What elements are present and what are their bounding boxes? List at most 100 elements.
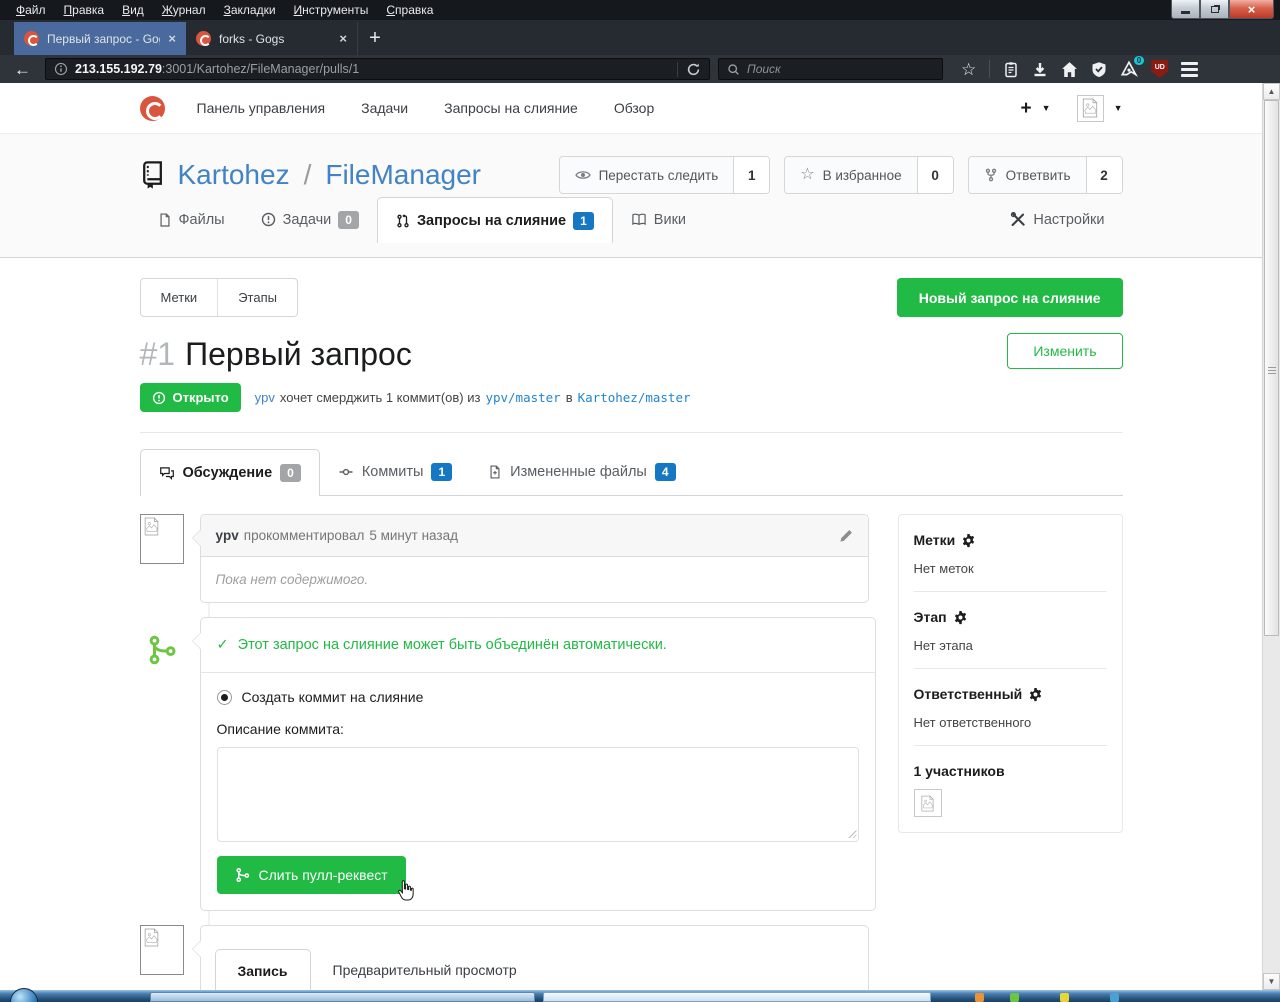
unwatch-button[interactable]: Перестать следить <box>560 157 734 193</box>
close-tab-icon[interactable]: × <box>339 31 347 46</box>
comment-time[interactable]: 5 минут назад <box>369 528 458 543</box>
nav-dashboard-link[interactable]: Панель управления <box>197 100 326 116</box>
menu-bookmarks[interactable]: Закладки <box>216 1 284 19</box>
hamburger-menu-button[interactable] <box>1181 62 1198 77</box>
back-button[interactable]: ← <box>8 61 37 78</box>
menu-file[interactable]: Файл <box>8 1 54 19</box>
gogs-logo-icon[interactable] <box>140 96 165 121</box>
pull-summary-text: хочет смерджить 1 коммит(ов) из <box>280 390 481 405</box>
stars-count[interactable]: 0 <box>917 157 953 193</box>
menu-help[interactable]: Справка <box>378 1 441 19</box>
edit-title-button[interactable]: Изменить <box>1007 333 1122 369</box>
close-tab-icon[interactable]: × <box>168 31 176 46</box>
scrollbar-thumb[interactable] <box>1264 100 1279 636</box>
fork-label: Ответвить <box>1006 168 1071 183</box>
start-button[interactable] <box>10 988 38 1002</box>
home-icon[interactable] <box>1061 61 1078 78</box>
bookmark-star-button[interactable]: ☆ <box>961 61 976 78</box>
tray-icon[interactable] <box>1010 993 1019 1002</box>
minimize-button[interactable] <box>1171 0 1200 19</box>
reload-button[interactable] <box>677 62 701 77</box>
radio-selected-icon[interactable] <box>217 690 232 705</box>
comment-action: прокомментировал <box>244 528 365 543</box>
tab-issues[interactable]: Задачи 0 <box>243 197 377 242</box>
close-window-button[interactable]: × <box>1229 0 1274 19</box>
gear-icon[interactable] <box>961 533 976 548</box>
menu-tools[interactable]: Инструменты <box>286 1 377 19</box>
tab-files[interactable]: Файлы <box>140 197 243 242</box>
tab-wiki[interactable]: Вики <box>613 197 704 242</box>
author-link[interactable]: ypv <box>255 390 275 405</box>
head-branch-link[interactable]: ypv/master <box>485 390 560 405</box>
tab-changed-files[interactable]: Измененные файлы 4 <box>470 449 693 495</box>
tray-icon[interactable] <box>975 993 984 1002</box>
taskbar-window-button[interactable] <box>543 992 931 1002</box>
conversation-count-badge: 0 <box>280 464 301 482</box>
tab-pulls[interactable]: Запросы на слияние 1 <box>377 197 613 243</box>
tab-conversation[interactable]: Обсуждение 0 <box>140 449 320 496</box>
menu-history[interactable]: Журнал <box>154 1 214 19</box>
screen: Файл Правка Вид Журнал Закладки Инструме… <box>0 0 1280 1002</box>
gear-icon[interactable] <box>1028 687 1043 702</box>
repo-name-link[interactable]: FileManager <box>325 159 481 191</box>
create-new-caret-icon[interactable]: ▼ <box>1042 103 1051 113</box>
menu-view[interactable]: Вид <box>114 1 152 19</box>
scroll-down-button[interactable]: ▼ <box>1263 973 1280 990</box>
taskbar-window-button[interactable] <box>150 992 535 1002</box>
new-tab-button[interactable]: + <box>358 22 392 55</box>
gear-icon[interactable] <box>953 610 968 625</box>
star-button[interactable]: ☆ В избранное <box>785 157 916 193</box>
participant-avatar[interactable] <box>914 789 942 817</box>
downloads-icon[interactable] <box>1032 61 1048 78</box>
labels-filter-button[interactable]: Метки <box>141 279 218 316</box>
status-badge: Открыто <box>140 383 241 412</box>
repo-owner-link[interactable]: Kartohez <box>178 159 290 191</box>
tray-icon[interactable] <box>1110 993 1119 1002</box>
tab-commits[interactable]: Коммиты 1 <box>320 449 470 495</box>
gogs-navbar: Панель управления Задачи Запросы на слия… <box>0 83 1262 134</box>
base-branch-link[interactable]: Kartohez/master <box>578 390 691 405</box>
commit-message-textarea[interactable] <box>217 747 859 842</box>
browser-tab-title: Первый запрос - Gogs <box>47 32 160 46</box>
page-viewport: Панель управления Задачи Запросы на слия… <box>0 83 1262 990</box>
scroll-up-button[interactable]: ▲ <box>1263 83 1280 100</box>
milestones-filter-button[interactable]: Этапы <box>217 279 297 316</box>
current-user-avatar[interactable] <box>140 925 184 975</box>
create-new-button[interactable]: + <box>1021 99 1032 118</box>
status-label: Открыто <box>173 390 229 405</box>
tab-preview[interactable]: Предварительный просмотр <box>311 949 539 990</box>
browser-tab-inactive[interactable]: forks - Gogs × <box>186 22 358 55</box>
user-avatar[interactable] <box>1077 95 1104 122</box>
adblock-shield-button[interactable]: UD <box>1151 60 1168 78</box>
restore-button[interactable] <box>1200 0 1229 19</box>
merge-pull-request-button[interactable]: Слить пулл-реквест <box>217 856 406 894</box>
nav-explore-link[interactable]: Обзор <box>614 100 654 116</box>
browser-toolbar-icons: ☆ 0 UD <box>961 60 1198 78</box>
menu-edit[interactable]: Правка <box>56 1 113 19</box>
watchers-count[interactable]: 1 <box>733 157 769 193</box>
tray-icon[interactable] <box>1060 993 1069 1002</box>
nav-issues-link[interactable]: Задачи <box>361 100 408 116</box>
privacy-shield-icon[interactable] <box>1091 61 1107 78</box>
page-scrollbar[interactable]: ▲ ▼ <box>1262 83 1280 990</box>
nav-pulls-link[interactable]: Запросы на слияние <box>444 100 578 116</box>
forks-count[interactable]: 2 <box>1086 157 1122 193</box>
merge-style-radio[interactable]: Создать коммит на слияние <box>217 689 859 705</box>
proxy-extension-button[interactable]: 0 <box>1120 60 1138 78</box>
user-menu-caret-icon[interactable]: ▼ <box>1114 103 1123 113</box>
repo-title: Kartohez / FileManager <box>140 159 482 191</box>
fork-button[interactable]: Ответвить <box>969 157 1086 193</box>
new-pull-request-button[interactable]: Новый запрос на слияние <box>897 278 1123 317</box>
sidebar-assignee-section: Ответственный Нет ответственного <box>914 669 1107 746</box>
tab-write[interactable]: Запись <box>215 949 311 990</box>
tab-settings[interactable]: Настройки <box>992 197 1122 242</box>
comment-author-link[interactable]: ypv <box>216 528 239 543</box>
broken-image-icon <box>143 517 160 536</box>
search-input[interactable]: Поиск <box>718 58 943 80</box>
browser-tab-active[interactable]: Первый запрос - Gogs × <box>14 22 186 55</box>
url-host: 213.155.192.79 <box>75 62 162 76</box>
url-field[interactable]: 213.155.192.79:3001/Kartohez/FileManager… <box>45 58 710 80</box>
edit-comment-button[interactable] <box>839 529 853 543</box>
comment-avatar[interactable] <box>140 514 184 564</box>
pocket-list-icon[interactable] <box>1003 61 1019 78</box>
